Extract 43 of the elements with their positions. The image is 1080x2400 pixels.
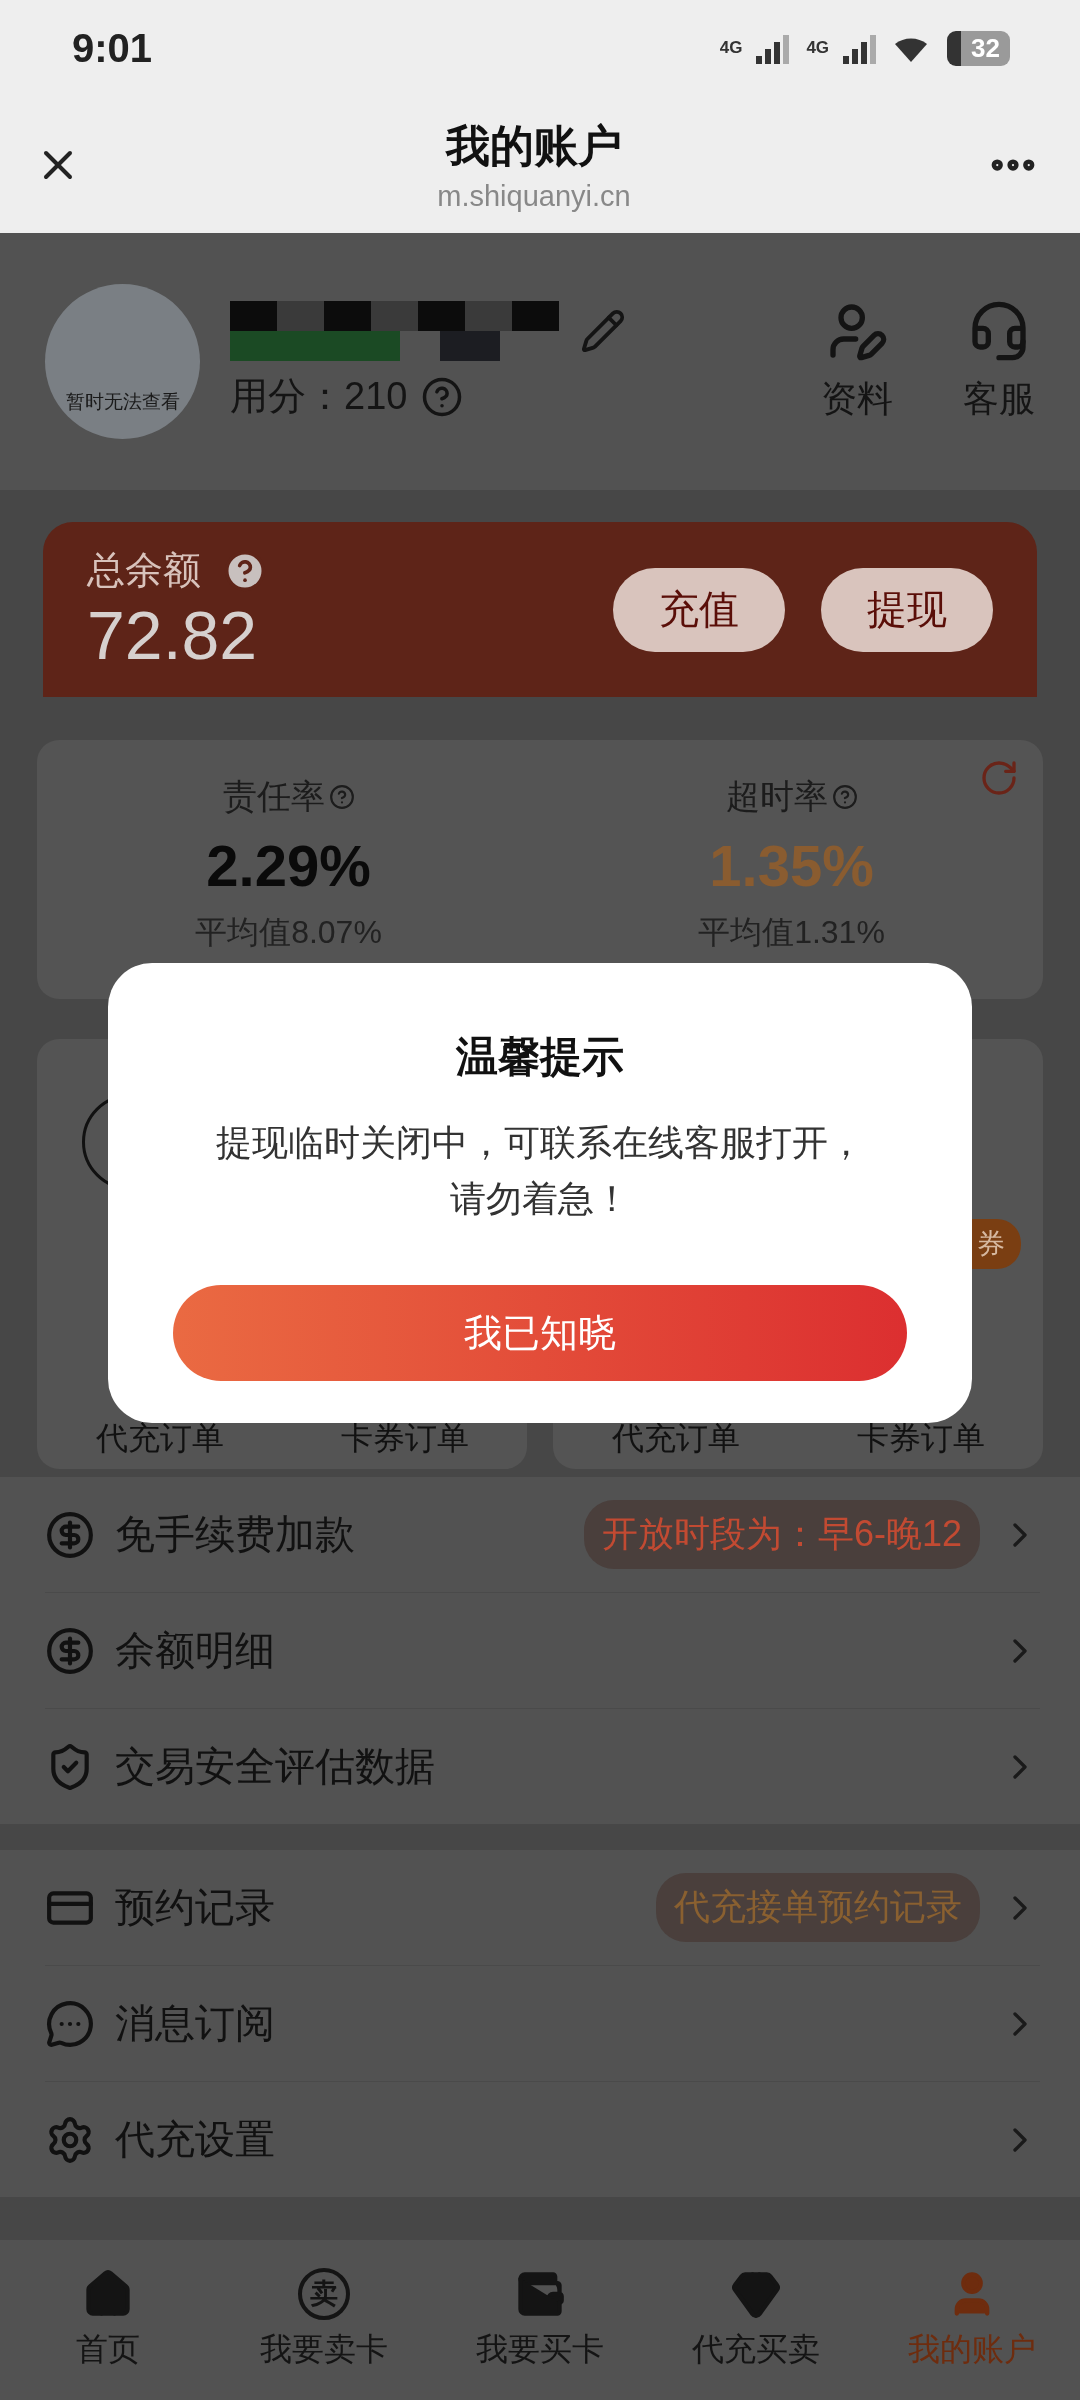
nav-tab[interactable]: 我要买卡 — [432, 2240, 648, 2400]
menu-item[interactable]: 交易安全评估数据 — [45, 1709, 1040, 1824]
network-label: 4G — [806, 38, 830, 58]
balance-button[interactable]: 充值 — [613, 567, 785, 652]
network-label: 4G — [719, 38, 743, 58]
dialog-title: 温馨提示 — [456, 1032, 624, 1082]
menu-item[interactable]: 消息订阅 — [45, 1966, 1040, 2082]
profile-action-button[interactable]: 资料 — [821, 299, 893, 424]
menu-item[interactable]: 免手续费加款 开放时段为：早6-晚12 — [45, 1477, 1040, 1593]
menu-label: 交易安全评估数据 — [115, 1743, 436, 1790]
menu-tag: 代充接单预约记录 — [656, 1873, 980, 1942]
chat-icon — [45, 1998, 95, 2049]
sell-icon: 卖 — [298, 2268, 350, 2320]
balance-amount: 72.82 — [87, 596, 259, 674]
stat-title: 责任率 — [222, 776, 325, 817]
balance-label: 总余额 — [87, 548, 201, 593]
refresh-icon[interactable] — [979, 758, 1019, 798]
menu-item[interactable]: 代充设置 — [45, 2082, 1040, 2197]
credit-score: 用分：210 — [230, 374, 408, 419]
menu-item[interactable]: 预约记录 代充接单预约记录 — [45, 1850, 1040, 1966]
menu-label: 消息订阅 — [115, 2000, 276, 2047]
nav-tab[interactable]: 代充买卖 — [648, 2240, 864, 2400]
balance-button[interactable]: 提现 — [821, 567, 993, 652]
nav-tab[interactable]: 卖 我要卖卡 — [216, 2240, 432, 2400]
stat-title: 超时率 — [725, 776, 828, 817]
stat-value: 2.29% — [206, 832, 371, 899]
status-time: 9:01 — [72, 25, 153, 71]
avatar-caption: 暂时无法查看 — [65, 390, 180, 414]
menu-label: 预约记录 — [115, 1884, 276, 1931]
nav-tab[interactable]: 我的账户 — [864, 2240, 1080, 2400]
confirm-button[interactable]: 我已知晓 — [173, 1285, 907, 1381]
menu-label: 代充设置 — [115, 2116, 276, 2163]
page-title: 我的账户 — [446, 119, 622, 172]
page-url: m.shiquanyi.cn — [437, 179, 631, 213]
nav-tab[interactable]: 首页 — [0, 2240, 216, 2400]
menu-item[interactable]: 余额明细 — [45, 1593, 1040, 1709]
menu-label: 免手续费加款 — [115, 1511, 356, 1558]
dialog-message: 提现临时关闭中，可联系在线客服打开，请勿着急！ — [215, 1121, 865, 1221]
edit-icon[interactable] — [580, 308, 626, 354]
menu-label: 余额明细 — [115, 1627, 276, 1674]
battery-icon: 32 — [947, 30, 1010, 66]
profile-action-button[interactable]: 客服 — [963, 299, 1035, 424]
menu-tag: 开放时段为：早6-晚12 — [583, 1500, 980, 1569]
